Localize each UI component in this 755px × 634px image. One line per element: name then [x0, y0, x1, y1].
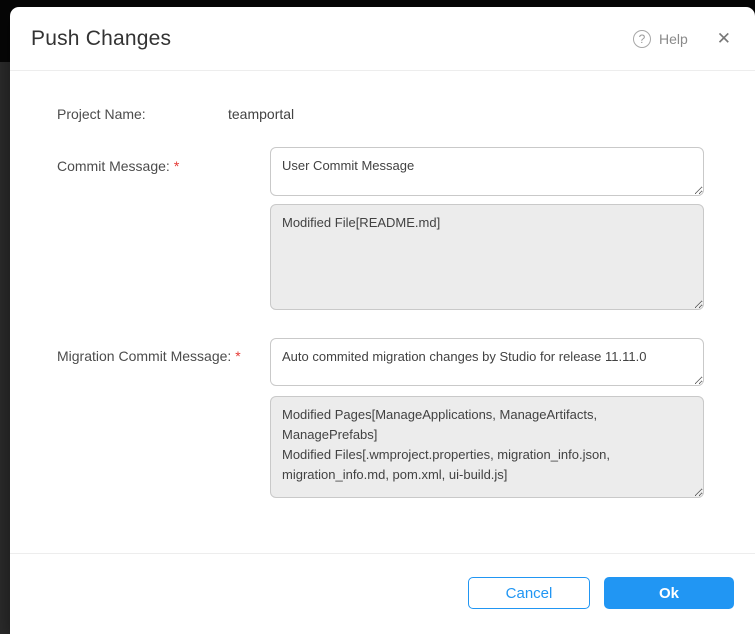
migration-commit-message-details[interactable]: Modified Pages[ManageApplications, Manag…: [270, 396, 704, 498]
header-actions: ? Help ✕: [633, 28, 733, 49]
project-name-label: Project Name:: [57, 106, 146, 122]
commit-message-label: Commit Message:*: [57, 158, 179, 174]
dialog-header: Push Changes ? Help ✕: [10, 7, 755, 71]
question-mark-icon: ?: [633, 30, 651, 48]
migration-commit-message-input[interactable]: Auto commited migration changes by Studi…: [270, 338, 704, 386]
commit-message-details[interactable]: Modified File[README.md]: [270, 204, 704, 310]
dialog-title: Push Changes: [31, 27, 171, 51]
push-changes-dialog: Push Changes ? Help ✕ Project Name: team…: [10, 7, 755, 634]
project-name-value: teamportal: [228, 106, 294, 122]
footer-divider: [10, 553, 755, 554]
help-button[interactable]: ? Help: [633, 30, 688, 48]
close-icon[interactable]: ✕: [715, 28, 733, 49]
ok-button[interactable]: Ok: [604, 577, 734, 609]
commit-message-input[interactable]: User Commit Message: [270, 147, 704, 196]
migration-commit-message-label: Migration Commit Message:*: [57, 348, 241, 364]
required-asterisk: *: [174, 158, 179, 174]
help-label: Help: [659, 31, 688, 47]
cancel-button[interactable]: Cancel: [468, 577, 590, 609]
required-asterisk: *: [235, 348, 240, 364]
